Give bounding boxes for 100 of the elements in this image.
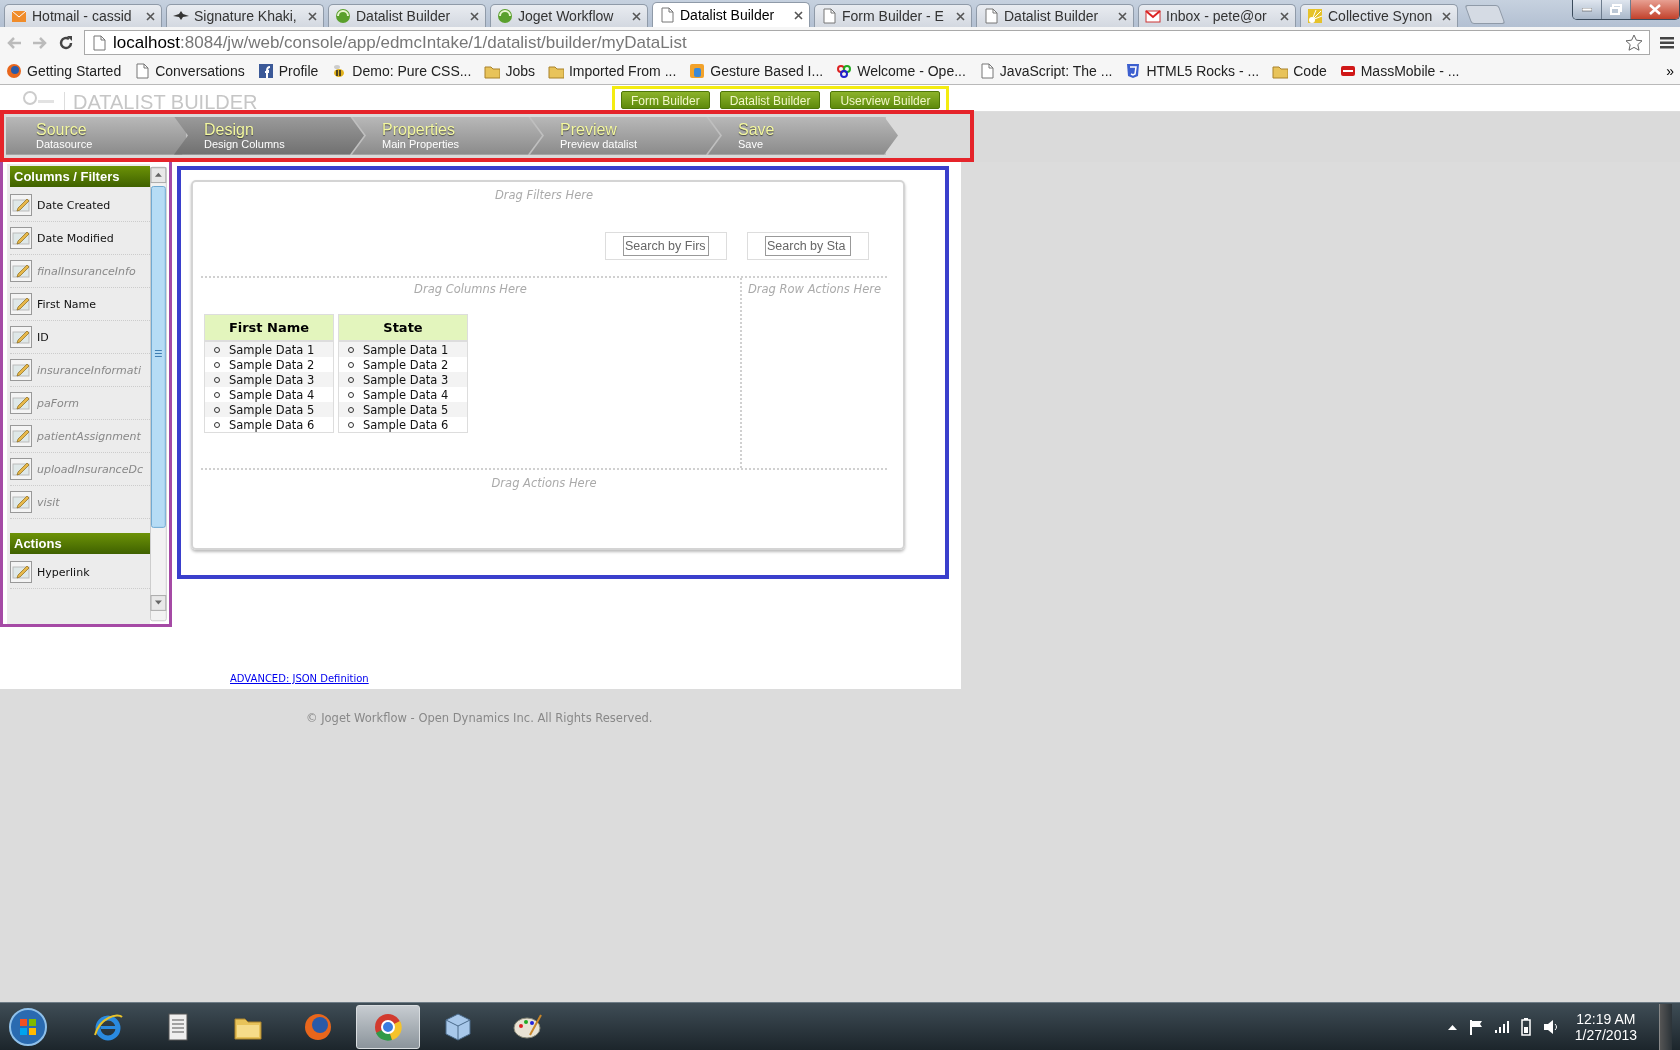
close-icon[interactable] xyxy=(1442,11,1451,21)
wizard-step[interactable]: Design Design Columns xyxy=(174,116,364,155)
json-link[interactable]: ADVANCED: JSON Definition xyxy=(230,673,369,684)
palette-item[interactable]: Hyperlink xyxy=(10,556,151,589)
filter-item[interactable]: Search by Firs xyxy=(605,232,727,260)
footer-text: © Joget Workflow - Open Dynamics Inc. All Rights Reserved. xyxy=(306,711,654,725)
palette-item[interactable]: ID xyxy=(10,321,151,354)
browser-tab[interactable]: Datalist Builder xyxy=(976,4,1134,27)
palette-item[interactable]: Date Modified xyxy=(10,222,151,255)
column-preview[interactable]: State Sample Data 1 Sample Data 2 Sample Data 3 Sample Data 4 Sample Data 5 Sample Data 6 xyxy=(338,314,468,433)
cell-text: Sample Data 6 xyxy=(229,417,315,432)
scrollbar[interactable] xyxy=(150,164,167,624)
close-icon[interactable] xyxy=(1118,11,1127,21)
taskbar-app[interactable] xyxy=(356,1004,420,1049)
close-window-button[interactable] xyxy=(1631,0,1679,19)
close-icon[interactable] xyxy=(308,11,317,21)
bookmark-item[interactable]: Jobs xyxy=(484,63,535,79)
bookmark-item[interactable]: Getting Started xyxy=(6,63,122,79)
url-text: localhost:8084/jw/web/console/app/edmcIntake/1/datalist/builder/myDataList xyxy=(113,32,687,53)
page-icon xyxy=(91,34,107,51)
firefox-icon xyxy=(6,63,22,79)
close-icon[interactable] xyxy=(632,11,641,21)
section-header: Columns / Filters xyxy=(10,166,151,187)
browser-tab[interactable]: Inbox - pete@or xyxy=(1138,4,1296,27)
bookmark-item[interactable]: Demo: Pure CSS... xyxy=(331,63,472,79)
signal-icon[interactable] xyxy=(1494,1020,1509,1033)
envelope-icon xyxy=(1145,8,1161,24)
clock-time: 12:19 AM xyxy=(1576,1010,1636,1027)
start-button[interactable] xyxy=(8,1006,48,1047)
column-preview[interactable]: First Name Sample Data 1 Sample Data 2 Sample Data 3 Sample Data 4 Sample Data 5 Sample Data 6 xyxy=(204,314,334,433)
minimize-button[interactable] xyxy=(1573,0,1602,19)
up-arrow-icon[interactable] xyxy=(1447,1023,1457,1030)
browser-tab[interactable]: Signature Khaki, xyxy=(166,4,324,27)
search-field[interactable]: Search by Sta xyxy=(765,236,851,256)
browser-tab[interactable]: Hotmail - cassid xyxy=(4,4,162,27)
close-icon xyxy=(1649,4,1661,15)
bookmark-item[interactable]: Profile xyxy=(257,63,319,79)
address-bar[interactable]: localhost:8084/jw/web/console/app/edmcIntake/1/datalist/builder/myDataList xyxy=(84,30,1650,55)
page-icon xyxy=(821,8,837,24)
page-icon xyxy=(978,63,995,79)
cell-text: Sample Data 4 xyxy=(229,387,315,402)
menu-icon[interactable] xyxy=(1660,36,1674,49)
browser-tab[interactable]: Datalist Builder xyxy=(652,2,810,27)
browser-tab[interactable]: Datalist Builder xyxy=(328,4,486,27)
drop-hint: Drag Actions Here xyxy=(490,476,598,490)
edit-field-icon xyxy=(10,194,32,216)
bookmark-item[interactable]: Conversations xyxy=(134,63,245,79)
page-icon xyxy=(659,7,675,23)
filter-item[interactable]: Search by Sta xyxy=(747,232,869,260)
drop-hint: Drag Row Actions Here xyxy=(746,282,883,296)
browser-tab[interactable]: Collective Synon xyxy=(1300,4,1458,27)
edit-field-icon xyxy=(10,458,32,480)
edit-field-icon xyxy=(10,326,32,348)
cell-text: Sample Data 6 xyxy=(363,417,449,432)
close-icon[interactable] xyxy=(146,11,155,21)
rings-icon xyxy=(836,63,853,79)
page-icon xyxy=(983,8,999,24)
bookmark-item[interactable]: Code xyxy=(1272,63,1327,79)
column-header: First Name xyxy=(205,315,333,342)
close-icon[interactable] xyxy=(1280,11,1289,21)
edit-field-icon xyxy=(10,561,32,583)
edit-field-icon xyxy=(10,293,32,315)
close-icon[interactable] xyxy=(794,10,803,20)
palette-item[interactable]: Date Created xyxy=(10,189,151,222)
cell-text: Sample Data 3 xyxy=(229,372,315,387)
close-icon[interactable] xyxy=(470,11,479,21)
show-desktop-button[interactable] xyxy=(1659,1003,1672,1050)
clock[interactable]: 12:19 AM 1/27/2013 xyxy=(1574,1010,1637,1043)
more-bookmarks-button[interactable]: » xyxy=(1666,63,1674,79)
browser-tab[interactable]: Form Builder - E xyxy=(814,4,972,27)
palette-item[interactable]: First Name xyxy=(10,288,151,321)
bookmark-item[interactable]: Gesture Based I... xyxy=(689,63,824,79)
speaker-icon[interactable] xyxy=(1542,1018,1557,1035)
cell-text: Sample Data 1 xyxy=(229,342,315,357)
restore-button[interactable] xyxy=(1602,0,1631,19)
bookmark-item[interactable]: MassMobile - ... xyxy=(1339,63,1460,79)
bookmark-item[interactable]: HTML5 Rocks - ... xyxy=(1125,63,1260,79)
section-header: Actions xyxy=(10,533,151,554)
battery-icon[interactable] xyxy=(1520,1017,1531,1036)
facebook-icon xyxy=(257,63,274,79)
browser-tab[interactable]: Joget Workflow xyxy=(490,4,648,27)
edit-field-icon xyxy=(10,260,32,282)
bookmark-item[interactable]: Welcome - Ope... xyxy=(836,63,966,79)
cell-text: Sample Data 2 xyxy=(229,357,315,372)
sun-icon xyxy=(1307,8,1323,24)
search-field[interactable]: Search by Firs xyxy=(623,236,709,256)
bookmark-item[interactable]: Imported From ... xyxy=(548,63,677,79)
edit-field-icon xyxy=(10,491,32,513)
star-icon[interactable] xyxy=(1625,33,1643,52)
reload-icon[interactable] xyxy=(58,34,74,51)
folder-icon xyxy=(484,63,501,79)
bookmark-item[interactable]: JavaScript: The ... xyxy=(978,63,1113,79)
flag-icon[interactable] xyxy=(1468,1018,1483,1035)
edit-field-icon xyxy=(10,392,32,414)
drop-hint: Drag Columns Here xyxy=(413,282,528,296)
folder-icon xyxy=(548,63,564,79)
hand-icon xyxy=(689,63,706,79)
cell-text: Sample Data 5 xyxy=(229,402,315,417)
shield-icon xyxy=(1125,63,1142,79)
close-icon[interactable] xyxy=(956,11,965,21)
